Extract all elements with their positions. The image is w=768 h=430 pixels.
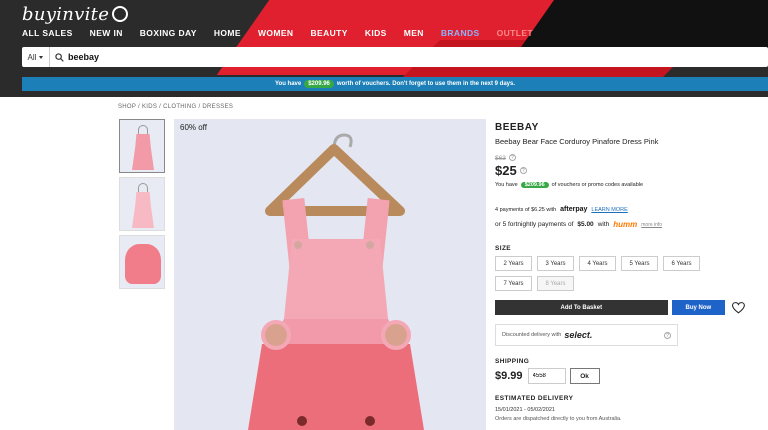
size-label: SIZE — [495, 245, 512, 252]
afterpay-text: 4 payments of $6.25 with — [495, 206, 557, 213]
logo-mark-icon — [112, 6, 129, 22]
thumbnail-list — [119, 119, 165, 293]
product-main-image[interactable]: 60% off — [174, 119, 486, 430]
shipping-price: $9.99 — [495, 370, 523, 382]
humm-more-info-link[interactable]: more info — [641, 222, 662, 228]
search-category-label: All — [27, 52, 37, 62]
site-header: buyinvite ALL SALES NEW IN BOXING DAY HO… — [0, 0, 768, 97]
header-dark-stripe — [518, 0, 768, 50]
size-7-years[interactable]: 7 Years — [495, 276, 532, 291]
voucher-banner: You have $209.96 worth of vouchers. Don'… — [22, 77, 768, 91]
shipping-row: $9.99 Ok — [495, 368, 745, 384]
voucher-prefix: You have — [495, 182, 518, 188]
current-price: $25 — [495, 163, 517, 178]
estimated-delivery-label: ESTIMATED DELIVERY — [495, 395, 574, 402]
thumbnail-2[interactable] — [119, 177, 165, 231]
humm-amount: $5.00 — [577, 221, 594, 228]
search-bar: All — [22, 47, 768, 67]
search-input[interactable] — [68, 52, 568, 62]
hanger-icon — [138, 125, 148, 135]
product-brand[interactable]: BEEBAY — [495, 122, 745, 133]
humm-text: or 5 fortnightly payments of — [495, 221, 574, 228]
help-icon[interactable]: ? — [508, 154, 516, 161]
humm-logo: humm — [613, 220, 638, 229]
breadcrumb[interactable]: SHOP / KIDS / CLOTHING / DRESSES — [118, 104, 233, 110]
nav-all-sales[interactable]: ALL SALES — [22, 28, 73, 38]
postcode-ok-button[interactable]: Ok — [569, 368, 600, 384]
dress-image — [132, 134, 154, 170]
size-options: 2 Years 3 Years 4 Years 5 Years 6 Years … — [495, 256, 735, 291]
search-icon[interactable] — [50, 47, 68, 67]
was-price: $63 — [495, 155, 506, 162]
humm-row: or 5 fortnightly payments of $5.00 with … — [495, 220, 745, 229]
thumbnail-3[interactable] — [119, 235, 165, 289]
nav-outlet[interactable]: OUTLET — [497, 28, 533, 38]
buy-now-button[interactable]: Buy Now — [671, 300, 726, 315]
product-title: Beebay Bear Face Corduroy Pinafore Dress… — [495, 137, 659, 146]
voucher-banner-amount: $209.96 — [304, 80, 334, 88]
voucher-available: You have $209.96 of vouchers or promo co… — [495, 182, 745, 188]
nav-men[interactable]: MEN — [404, 28, 424, 38]
shipping-label: SHIPPING — [495, 358, 530, 365]
nav-boxing-day[interactable]: BOXING DAY — [140, 28, 197, 38]
main-nav: ALL SALES NEW IN BOXING DAY HOME WOMEN B… — [22, 28, 533, 38]
nav-brands[interactable]: BRANDS — [441, 28, 480, 38]
voucher-amount: $209.96 — [520, 182, 549, 188]
size-8-years[interactable]: 8 Years — [537, 276, 574, 291]
heart-icon[interactable] — [732, 301, 745, 314]
discount-badge: 60% off — [180, 123, 207, 132]
product-info: BEEBAY Beebay Bear Face Corduroy Pinafor… — [495, 122, 745, 422]
select-logo: select. — [564, 330, 593, 340]
nav-new-in[interactable]: NEW IN — [90, 28, 123, 38]
logo-text: buyinvite — [22, 4, 110, 25]
size-2-years[interactable]: 2 Years — [495, 256, 532, 271]
add-to-basket-button[interactable]: Add To Basket — [495, 300, 668, 315]
nav-home[interactable]: HOME — [214, 28, 241, 38]
site-logo[interactable]: buyinvite — [22, 4, 129, 25]
help-icon[interactable]: ? — [519, 166, 527, 174]
select-delivery-box[interactable]: Discounted delivery with select. ? — [495, 324, 678, 346]
select-delivery-text: Discounted delivery with — [502, 332, 562, 338]
nav-women[interactable]: WOMEN — [258, 28, 294, 38]
voucher-suffix: of vouchers or promo codes available — [551, 182, 644, 188]
size-5-years[interactable]: 5 Years — [621, 256, 658, 271]
purchase-actions: Add To Basket Buy Now — [495, 300, 745, 315]
size-3-years[interactable]: 3 Years — [537, 256, 574, 271]
hanger-icon — [138, 183, 148, 193]
afterpay-row: 4 payments of $6.25 with afterpay LEARN … — [495, 206, 745, 213]
postcode-input[interactable] — [527, 368, 566, 384]
size-6-years[interactable]: 6 Years — [663, 256, 700, 271]
dress-illustration — [248, 133, 424, 430]
search-category-select[interactable]: All — [22, 47, 50, 67]
estimated-delivery-dates: 15/01/2021 - 05/02/2021 — [495, 407, 555, 413]
nav-kids[interactable]: KIDS — [365, 28, 387, 38]
afterpay-logo: afterpay — [560, 206, 588, 213]
voucher-banner-prefix: You have — [274, 81, 302, 87]
afterpay-learn-more-link[interactable]: LEARN MORE — [591, 207, 627, 213]
bear-face-image — [125, 244, 161, 284]
size-4-years[interactable]: 4 Years — [579, 256, 616, 271]
help-icon[interactable]: ? — [664, 331, 671, 339]
nav-beauty[interactable]: BEAUTY — [310, 28, 347, 38]
dispatch-note: Orders are dispatched directly to you fr… — [495, 416, 622, 422]
humm-with: with — [597, 221, 610, 228]
chevron-down-icon — [39, 55, 44, 59]
voucher-banner-suffix: worth of vouchers. Don't forget to use t… — [336, 81, 516, 87]
thumbnail-1[interactable] — [119, 119, 165, 173]
dress-image — [132, 192, 154, 228]
